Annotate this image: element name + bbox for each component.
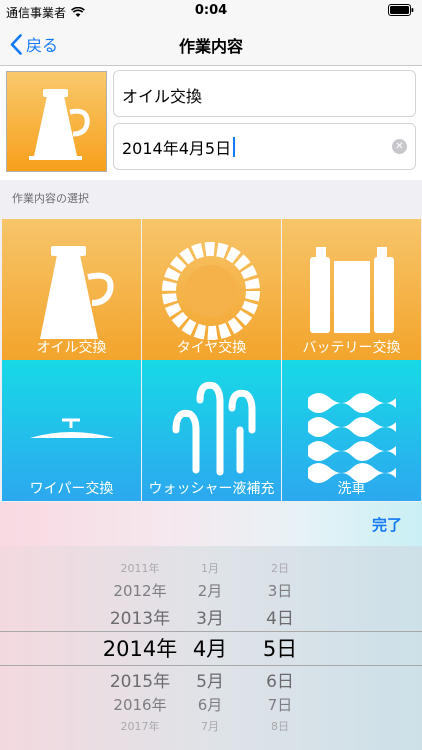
picker-row[interactable]: 6日 (250, 667, 310, 692)
text-cursor (233, 136, 236, 157)
tile-car-wash[interactable]: 洗車 (282, 360, 421, 501)
picker-toolbar: 完了 (0, 502, 422, 546)
task-date-value: 2014年4月5日 (122, 138, 232, 158)
tile-label: バッテリー交換 (302, 340, 401, 356)
picker-row[interactable]: 3日 (250, 580, 310, 601)
picker-row[interactable]: 6月 (180, 694, 240, 715)
section-label: 作業内容の選択 (12, 192, 89, 205)
task-grid: オイル交換 タイヤ交換 バッテリー交換 ワイパー交換 ウォッシャー液補充 洗車 (0, 217, 422, 502)
picker-row[interactable]: 2013年 (90, 604, 190, 629)
selected-task-icon (6, 71, 107, 172)
status-bar: 通信事業者 0:04 (0, 0, 422, 22)
picker-row[interactable]: 2014年 (90, 633, 190, 663)
status-right (388, 4, 414, 16)
tile-battery-change[interactable]: バッテリー交換 (282, 219, 421, 360)
picker-row[interactable]: 5日 (250, 633, 310, 663)
picker-row[interactable]: 2日 (250, 560, 310, 576)
tile-wiper-change[interactable]: ワイパー交換 (2, 360, 141, 501)
done-button[interactable]: 完了 (372, 514, 402, 535)
picker-row[interactable]: 3月 (180, 604, 240, 629)
picker-month-column[interactable]: 1月 2月 3月 4月 5月 6月 7月 (180, 546, 240, 750)
task-name-value: オイル交換 (122, 87, 203, 106)
status-time: 0:04 (194, 3, 228, 18)
picker-year-column[interactable]: 2011年 2012年 2013年 2014年 2015年 2016年 2017年 (90, 546, 190, 750)
picker-row[interactable]: 2012年 (90, 580, 190, 601)
clear-date-button[interactable]: ✕ (392, 139, 407, 154)
picker-row[interactable]: 8日 (250, 718, 310, 734)
picker-row[interactable]: 4日 (250, 604, 310, 629)
picker-row[interactable]: 2016年 (90, 694, 190, 715)
page-title: 作業内容 (178, 37, 243, 56)
tile-label: オイル交換 (36, 340, 107, 356)
task-header: オイル交換 2014年4月5日 ✕ (0, 66, 422, 180)
picker-row[interactable]: 7月 (180, 718, 240, 734)
task-name-field[interactable]: オイル交換 (113, 70, 416, 117)
tile-oil-change[interactable]: オイル交換 (2, 219, 141, 360)
task-date-field[interactable]: 2014年4月5日 ✕ (113, 123, 416, 170)
clear-icon: ✕ (395, 141, 404, 152)
picker-row[interactable]: 4月 (180, 633, 240, 663)
picker-row[interactable]: 2月 (180, 580, 240, 601)
tile-label: 洗車 (337, 481, 366, 497)
tile-label: ワイパー交換 (29, 481, 114, 497)
picker-row[interactable]: 1月 (180, 560, 240, 576)
tile-tire-change[interactable]: タイヤ交換 (142, 219, 281, 360)
battery-status-icon (388, 4, 414, 16)
date-picker[interactable]: 2011年 2012年 2013年 2014年 2015年 2016年 2017年 1月 2月… (0, 546, 422, 750)
picker-row[interactable]: 2017年 (90, 718, 190, 734)
navigation-bar: 戻る 作業内容 (0, 22, 422, 66)
picker-row[interactable]: 5月 (180, 667, 240, 692)
tile-label: ウォッシャー液補充 (148, 481, 275, 497)
picker-row[interactable]: 2011年 (90, 560, 190, 576)
picker-row[interactable]: 7日 (250, 694, 310, 715)
oil-can-icon (29, 89, 90, 160)
tile-label: タイヤ交換 (176, 340, 247, 356)
picker-row[interactable]: 2015年 (90, 667, 190, 692)
tile-washer-fluid[interactable]: ウォッシャー液補充 (142, 360, 281, 501)
picker-day-column[interactable]: 2日 3日 4日 5日 6日 7日 8日 (250, 546, 310, 750)
